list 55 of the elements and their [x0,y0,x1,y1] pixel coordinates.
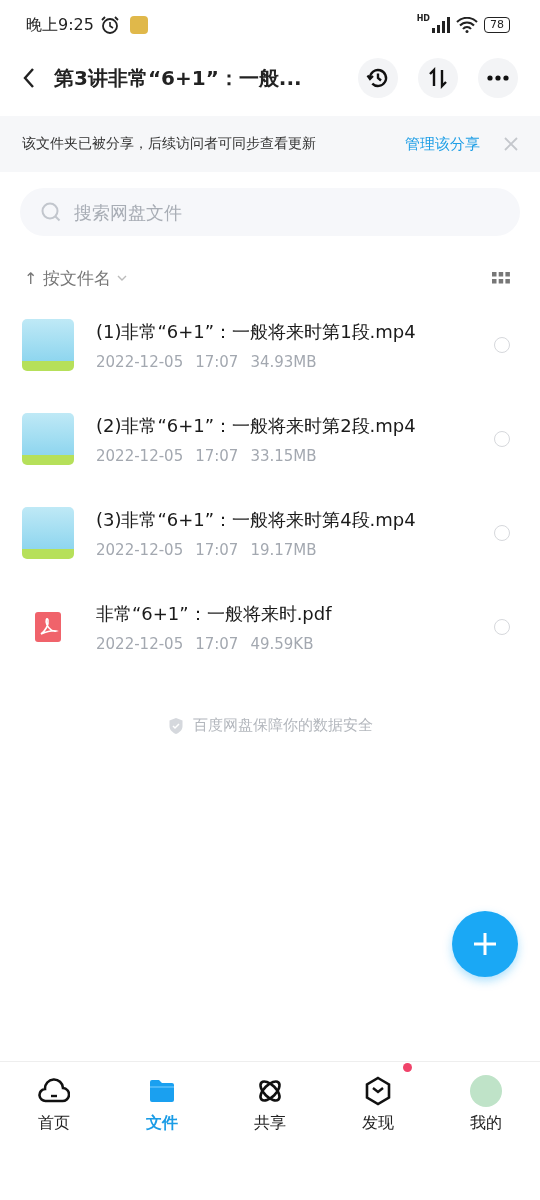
history-icon [366,66,390,90]
file-size: 34.93MB [250,352,317,371]
file-name: (1)非常“6+1”：一般将来时第1段.mp4 [96,319,417,344]
cloud-icon [38,1076,70,1105]
file-row[interactable]: 非常“6+1”：一般将来时.pdf 2022-12-05 17:07 49.59KB [0,580,540,674]
app-notification-icon [129,16,148,34]
hexagon-icon [364,1075,392,1106]
folder-icon [148,1077,176,1104]
file-row[interactable]: (1)非常“6+1”：一般将来时第1段.mp4 2022-12-05 17:07 34.93MB [0,298,540,392]
file-name: 非常“6+1”：一般将来时.pdf [96,601,333,626]
file-row[interactable]: (2)非常“6+1”：一般将来时第2段.mp4 2022-12-05 17:07 33.15MB [0,392,540,486]
pdf-file-icon [35,612,61,642]
file-date: 2022-12-05 [96,352,184,371]
nav-tab[interactable]: 共享 [216,1062,324,1146]
chevron-down-icon [117,275,128,281]
add-button[interactable] [452,911,518,977]
history-button[interactable] [358,58,398,98]
plus-icon [472,931,498,957]
video-thumbnail [22,507,74,559]
sort-toggle-button[interactable] [418,58,458,98]
file-date: 2022-12-05 [96,634,184,653]
video-thumbnail [22,319,74,371]
status-time: 晚上9:25 [26,14,94,36]
file-size: 49.59KB [250,634,314,653]
video-thumbnail [22,413,74,465]
file-name: (2)非常“6+1”：一般将来时第2段.mp4 [96,413,417,438]
security-note: 百度网盘保障你的数据安全 [192,716,373,735]
nav-tab[interactable]: 发现 [324,1062,432,1146]
signal-icon [432,17,450,33]
battery-indicator: 78 [484,17,510,33]
file-date: 2022-12-05 [96,446,184,465]
alarm-clock-icon [99,15,120,35]
more-button[interactable] [478,58,518,98]
more-icon [487,75,509,81]
grid-view-icon[interactable] [492,272,510,284]
file-time: 17:07 [195,446,239,465]
nav-tab[interactable]: 首页 [0,1062,108,1146]
file-size: 19.17MB [250,540,317,559]
file-time: 17:07 [195,540,239,559]
search-field[interactable]: 搜索网盘文件 [20,188,520,236]
avatar-icon [470,1074,502,1107]
close-icon[interactable] [504,137,518,151]
shield-icon [167,716,184,735]
file-date: 2022-12-05 [96,540,184,559]
sort-by-name-button[interactable]: ↑ 按文件名 [24,266,128,290]
folder-title: 第3讲非常“6+1”：一般... [54,64,303,92]
file-size: 33.15MB [250,446,317,465]
wifi-icon [456,17,478,33]
nav-tab[interactable]: 我的 [432,1062,540,1146]
file-time: 17:07 [195,634,239,653]
file-name: (3)非常“6+1”：一般将来时第4段.mp4 [96,507,417,532]
share-notice: 该文件夹已被分享，后续访问者可同步查看更新 [22,135,316,153]
file-row[interactable]: (3)非常“6+1”：一般将来时第4段.mp4 2022-12-05 17:07 19.17MB [0,486,540,580]
file-time: 17:07 [195,352,239,371]
network-label: HD [416,14,430,23]
